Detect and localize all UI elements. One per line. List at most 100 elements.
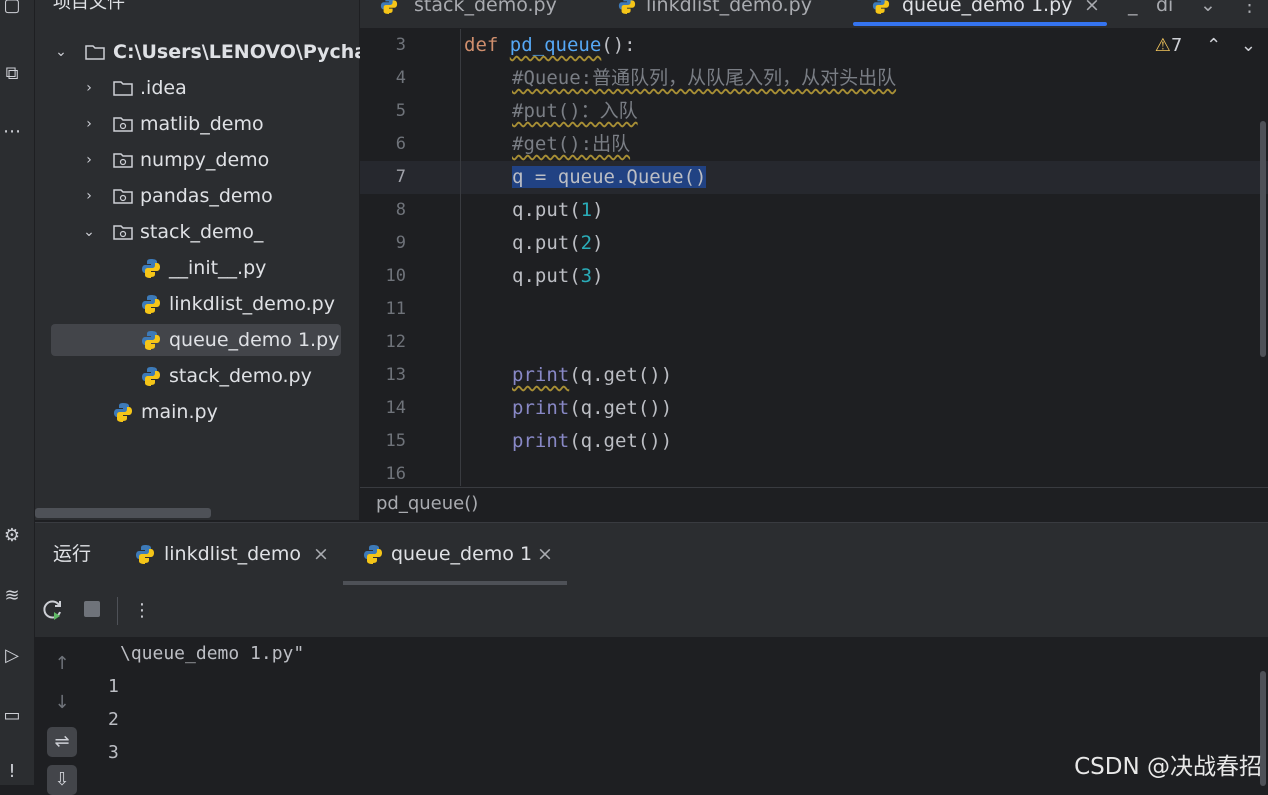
folder-icon: [85, 45, 105, 60]
package-folder-icon: [113, 117, 133, 132]
console-line: 1: [108, 676, 119, 697]
close-icon[interactable]: ×: [537, 539, 553, 569]
line-number: 16: [385, 464, 406, 484]
code-line-6: #get():出队: [512, 128, 630, 161]
more-icon[interactable]: ⋮: [1240, 0, 1259, 22]
package-folder-icon: [113, 153, 133, 168]
code-text: q.put(: [512, 199, 581, 221]
services-icon[interactable]: ▷: [0, 644, 24, 668]
code-keyword: def: [464, 34, 499, 56]
code-text: ): [592, 232, 604, 254]
tree-item-label: stack_demo.py: [169, 365, 312, 387]
tree-item-init-py[interactable]: __init__.py: [139, 252, 359, 284]
soft-wrap-icon[interactable]: ⇌: [47, 727, 77, 757]
more-icon[interactable]: ⋯: [0, 120, 24, 144]
line-number: 3: [395, 35, 406, 55]
tree-item-numpy-demo[interactable]: › numpy_demo: [81, 144, 359, 176]
project-panel-title[interactable]: 项目文件: [53, 0, 125, 14]
chevron-right-icon[interactable]: ›: [81, 108, 97, 140]
warning-icon: ⚠: [1154, 35, 1171, 56]
line-number: 7: [395, 167, 406, 187]
line-number: 4: [395, 68, 406, 88]
inspection-count: 7: [1170, 35, 1183, 56]
code-function-name: pd_queue: [509, 34, 602, 56]
tab-label: linkdlist_demo.py: [646, 0, 812, 16]
horizontal-scrollbar[interactable]: [35, 508, 211, 518]
minimize-icon[interactable]: _: [1128, 0, 1138, 22]
code-builtin: print: [512, 397, 570, 419]
tree-item-stack-demo-py[interactable]: stack_demo.py: [139, 360, 359, 392]
code-builtin: print: [512, 364, 570, 386]
terminal-icon[interactable]: ▭: [0, 704, 24, 728]
problems-icon[interactable]: !: [0, 760, 24, 784]
close-icon[interactable]: ×: [1084, 0, 1100, 22]
code-text: q.put(: [512, 265, 581, 287]
tree-item-label: main.py: [141, 401, 218, 423]
code-text: q.put(: [512, 232, 581, 254]
tree-item-idea[interactable]: › .idea: [81, 72, 359, 104]
inspection-widget[interactable]: ⚠7 ⌃ ⌄: [1155, 35, 1256, 56]
breadcrumb-item[interactable]: pd_queue(): [376, 493, 478, 514]
arrow-up-icon[interactable]: ↑: [47, 649, 77, 679]
chevron-down-icon[interactable]: ⌄: [53, 36, 69, 68]
chevron-down-icon[interactable]: ⌄: [1241, 35, 1256, 56]
tree-item-linkdlist-demo[interactable]: linkdlist_demo.py: [139, 288, 359, 320]
layers-icon[interactable]: ≋: [0, 584, 24, 608]
arrow-down-icon[interactable]: ↓: [47, 688, 77, 718]
tree-item-matlib-demo[interactable]: › matlib_demo: [81, 108, 359, 140]
code-builtin: print: [512, 430, 570, 452]
package-folder-icon: [113, 189, 133, 204]
run-tab-linkdlist-demo[interactable]: linkdlist_demo ×: [135, 539, 333, 569]
toolbar-divider: [117, 597, 118, 625]
python-file-icon: [872, 0, 890, 14]
code-line-8: q.put(1): [512, 194, 604, 227]
code-text: ): [592, 199, 604, 221]
structure-icon[interactable]: ⧉: [0, 62, 24, 86]
tree-root[interactable]: ⌄ C:\Users\LENOVO\Pycha: [53, 36, 367, 68]
tree-item-label: numpy_demo: [140, 149, 270, 171]
python-packages-icon[interactable]: ⚙: [0, 524, 24, 548]
code-line-3: def pd_queue():: [464, 29, 636, 62]
code-punct: ():: [601, 34, 636, 56]
scroll-to-end-icon[interactable]: ⇩: [47, 765, 77, 795]
tab-label: stack_demo.py: [414, 0, 557, 16]
tree-item-label: C:\Users\LENOVO\Pycha: [113, 41, 368, 63]
run-tab-label: queue_demo 1: [391, 543, 533, 565]
tree-item-main-py[interactable]: main.py: [111, 396, 359, 428]
run-tab-bar: 运行 linkdlist_demo × queue_demo 1 ×: [35, 523, 1268, 585]
more-icon[interactable]: ⋮: [130, 599, 154, 623]
code-number: 1: [580, 199, 593, 221]
tree-item-stack-demo[interactable]: ⌄ stack_demo_: [81, 216, 359, 248]
chevron-down-icon[interactable]: ⌄: [1200, 0, 1216, 22]
package-folder-icon: [113, 225, 133, 240]
stop-icon[interactable]: [80, 599, 104, 623]
chevron-down-icon[interactable]: ⌄: [81, 216, 97, 248]
code-line-13: print(q.get()): [512, 359, 672, 392]
vertical-scrollbar[interactable]: [1260, 121, 1266, 357]
code-number: 2: [580, 232, 593, 254]
chevron-right-icon[interactable]: ›: [81, 72, 97, 104]
chevron-right-icon[interactable]: ›: [81, 180, 97, 212]
project-icon[interactable]: ▢: [0, 0, 24, 18]
close-icon[interactable]: ×: [313, 539, 329, 569]
code-comment: #put()：入队: [512, 100, 638, 122]
chevron-up-icon[interactable]: ⌃: [1206, 35, 1221, 56]
tab-queue-demo[interactable]: queue_demo 1.py ×: [872, 0, 1104, 22]
tree-item-queue-demo[interactable]: queue_demo 1.py: [51, 324, 341, 356]
code-number: 3: [580, 265, 593, 287]
console-line: 3: [108, 742, 119, 763]
rerun-icon[interactable]: [41, 599, 65, 623]
code-editor[interactable]: 3 4 5 6 7 8 9 10 11 12 13 14 15 16 def p…: [360, 29, 1268, 486]
code-text: (q.get()): [569, 430, 673, 452]
chevron-right-icon[interactable]: ›: [81, 144, 97, 176]
console-line: 2: [108, 709, 119, 730]
code-line-14: print(q.get()): [512, 392, 672, 425]
python-file-icon: [142, 295, 160, 314]
python-file-icon: [142, 367, 160, 386]
tree-item-label: queue_demo 1.py: [169, 329, 340, 351]
code-comment: #Queue:普通队列，从队尾入列，从对头出队: [512, 67, 897, 89]
run-tab-queue-demo[interactable]: queue_demo 1 ×: [363, 539, 559, 569]
tree-item-pandas-demo[interactable]: › pandas_demo: [81, 180, 359, 212]
code-text: (q.get()): [569, 397, 673, 419]
line-number: 9: [395, 233, 406, 253]
